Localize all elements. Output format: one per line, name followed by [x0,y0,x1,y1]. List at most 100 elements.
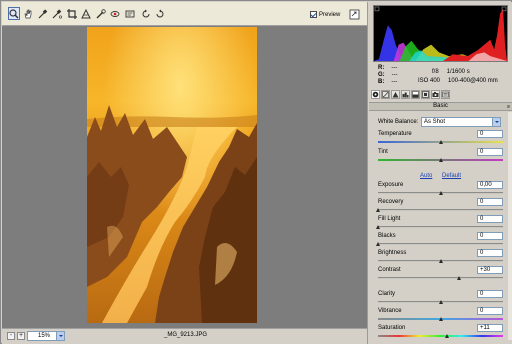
default-link[interactable]: Default [442,173,461,179]
tab-hsl[interactable] [401,90,410,99]
section-header: Basic ≡ [369,102,512,111]
blacks-thumb[interactable] [376,242,380,246]
rotate-ccw-icon[interactable] [140,7,152,20]
exposure-label: Exposure [378,182,404,188]
vibrance-label: Vibrance [378,308,402,314]
white-balance-icon[interactable] [37,7,49,20]
fill-light-thumb[interactable] [376,225,380,229]
preview-toggle[interactable]: Preview [310,11,340,18]
preview-checkbox[interactable] [310,11,317,18]
zoom-select[interactable]: 15% [27,331,65,341]
saturation-slider[interactable]: Saturation +11 [378,324,503,341]
r-label: R: [378,65,385,71]
contrast-thumb[interactable] [457,276,462,280]
recovery-thumb[interactable] [376,208,380,212]
color-sampler-icon[interactable] [51,7,63,20]
tab-detail[interactable] [391,90,400,99]
fill-light-track[interactable] [378,226,503,228]
zoom-value: 15% [38,333,51,339]
vibrance-value[interactable]: 0 [477,307,503,315]
temperature-label: Temperature [378,131,412,137]
tab-lens[interactable] [421,90,430,99]
contrast-track[interactable] [378,277,503,279]
photo-preview [87,27,257,323]
fill-light-value[interactable]: 0 [477,215,503,223]
exposure-thumb[interactable] [438,191,443,195]
panel-scrollbar[interactable] [508,112,512,340]
saturation-track[interactable] [378,335,503,337]
recovery-track[interactable] [378,209,503,211]
split-toning-icon [412,91,419,98]
brightness-value[interactable]: 0 [477,249,503,257]
rotate-cw-icon[interactable] [154,7,166,20]
exposure-slider[interactable]: Exposure 0,00 [378,181,503,198]
aperture-icon [372,91,379,98]
tab-tone-curve[interactable] [381,90,390,99]
detail-icon [392,92,399,98]
g-label: G: [378,72,385,78]
temperature-value[interactable]: 0 [477,130,503,138]
image-canvas[interactable] [2,26,367,328]
tint-label: Tint [378,149,388,155]
saturation-value[interactable]: +11 [477,324,503,332]
tab-basic[interactable] [371,90,380,99]
straighten-icon[interactable] [80,7,92,20]
tab-presets[interactable] [441,90,450,99]
white-balance-value: As Shot [424,119,446,125]
clarity-label: Clarity [378,291,396,297]
vibrance-slider[interactable]: Vibrance 0 [378,307,503,324]
hand-tool-icon[interactable] [22,7,34,20]
recovery-value[interactable]: 0 [477,198,503,206]
clarity-value[interactable]: 0 [477,290,503,298]
lens-icon [422,91,429,98]
red-eye-icon[interactable] [109,7,121,20]
vibrance-thumb[interactable] [438,317,443,321]
saturation-thumb[interactable] [445,334,450,338]
recovery-label: Recovery [378,199,404,205]
clarity-slider[interactable]: Clarity 0 [378,290,503,307]
zoom-in-button[interactable]: + [17,332,25,340]
lens: 100-400@400 mm [448,78,498,84]
r-value: --- [391,65,398,71]
fill-light-slider[interactable]: Fill Light 0 [376,215,503,232]
brightness-thumb[interactable] [438,259,443,263]
clarity-thumb[interactable] [438,300,443,304]
tint-value[interactable]: 0 [477,148,503,156]
brightness-slider[interactable]: Brightness 0 [378,249,503,266]
rgb-readout: R: --- G: --- B: --- [378,65,398,86]
temperature-slider[interactable]: Temperature 0 [378,130,503,147]
filename-label: _MG_9213.JPG [164,332,208,338]
temperature-thumb[interactable] [438,140,443,144]
tint-thumb[interactable] [438,158,443,162]
tint-slider[interactable]: Tint 0 [378,148,503,165]
fullscreen-icon[interactable] [349,9,360,20]
zoom-tool-icon[interactable] [8,7,20,20]
b-label: B: [378,79,385,85]
chevron-down-icon[interactable] [492,118,500,126]
panel-menu-icon[interactable]: ≡ [507,104,510,111]
section-title: Basic [433,103,448,109]
recovery-slider[interactable]: Recovery 0 [376,198,503,215]
exposure-value[interactable]: 0,00 [477,181,503,189]
blacks-track[interactable] [378,243,503,245]
tab-split-toning[interactable] [411,90,420,99]
contrast-value[interactable]: +30 [477,266,503,274]
camera-icon [432,92,439,97]
blacks-value[interactable]: 0 [477,232,503,240]
shutter-speed: 1/1600 s [446,69,470,75]
preview-label: Preview [319,11,341,18]
contrast-slider[interactable]: Contrast +30 [378,266,503,283]
camera-raw-window: Preview - + 15% _MG_9213.JPG R: --- G: -… [0,0,512,344]
auto-link[interactable]: Auto [420,173,432,179]
white-balance-select[interactable]: As Shot [421,117,501,127]
retouch-icon[interactable] [95,7,107,20]
crop-icon[interactable] [66,7,78,20]
iso: ISO 400 [418,78,441,84]
preferences-icon[interactable] [124,7,136,20]
blacks-slider[interactable]: Blacks 0 [376,232,503,249]
zoom-out-button[interactable]: - [7,332,15,340]
b-value: --- [391,79,398,85]
tab-camera-calibration[interactable] [431,90,440,99]
chevron-down-icon[interactable] [56,332,64,340]
histogram [373,5,508,62]
